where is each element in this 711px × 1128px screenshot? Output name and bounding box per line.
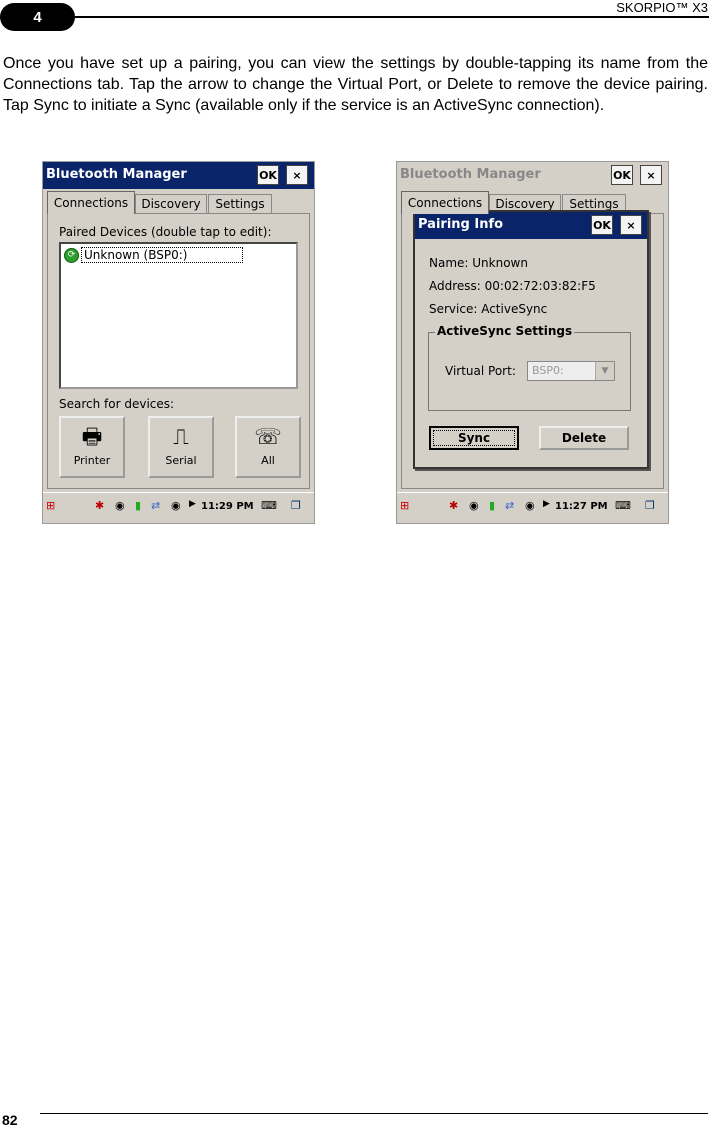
windows-icon[interactable]: ❐ [291, 499, 301, 512]
search-devices-label: Search for devices: [59, 397, 175, 411]
start-menu-icon[interactable]: ⊞ [46, 499, 55, 512]
windows-icon[interactable]: ❐ [645, 499, 655, 512]
dialog-title: Pairing Info [418, 217, 504, 232]
dialog-close-button[interactable]: × [620, 215, 642, 235]
network-icon[interactable]: ⇄ [505, 499, 514, 512]
device-name: Name: Unknown [429, 256, 528, 270]
arrow-right-icon[interactable]: ▶ [189, 499, 196, 509]
tab-settings[interactable]: Settings [208, 194, 272, 213]
dialog-title-bar: Pairing Info OK × [415, 212, 647, 239]
device-service: Service: ActiveSync [429, 302, 548, 316]
tab-connections[interactable]: Connections [401, 191, 489, 214]
paired-devices-list[interactable]: ⟳ Unknown (BSP0:) [59, 242, 298, 389]
all-label: All [261, 454, 275, 467]
device-address: Address: 00:02:72:03:82:F5 [429, 279, 596, 293]
pairing-info-dialog: Pairing Info OK × Name: Unknown Address:… [413, 210, 649, 469]
chapter-badge: 4 [0, 3, 75, 31]
paired-device-name: Unknown (BSP0:) [81, 247, 244, 263]
tab-connections[interactable]: Connections [47, 191, 135, 214]
arrow-right-icon[interactable]: ▶ [543, 499, 550, 509]
all-search-button[interactable]: ☏ All [235, 416, 301, 478]
delete-button[interactable]: Delete [539, 426, 629, 450]
virtual-port-label: Virtual Port: [445, 364, 516, 378]
connectivity-icon[interactable]: ◉ [115, 499, 125, 512]
keyboard-icon[interactable]: ⌨ [615, 499, 631, 512]
network-icon[interactable]: ⇄ [151, 499, 160, 512]
activesync-icon: ⟳ [64, 247, 79, 263]
battery-icon[interactable]: ▮ [135, 499, 141, 512]
printer-search-button[interactable]: 🖶 Printer [59, 416, 125, 478]
sync-status-icon[interactable]: ◉ [171, 499, 181, 512]
window-title: Bluetooth Manager [46, 167, 187, 182]
dialog-ok-button[interactable]: OK [591, 215, 613, 235]
serial-search-button[interactable]: ⎍ Serial [148, 416, 214, 478]
close-button[interactable]: × [640, 165, 662, 185]
page-number: 82 [2, 1112, 18, 1128]
chevron-down-icon[interactable]: ▼ [595, 362, 614, 380]
printer-label: Printer [73, 454, 111, 467]
taskbar: ⊞ ✱ ◉ ▮ ⇄ ◉ ▶ 11:27 PM ⌨ ❐ [397, 492, 668, 523]
footer-rule [40, 1113, 708, 1114]
taskbar: ⊞ ✱ ◉ ▮ ⇄ ◉ ▶ 11:29 PM ⌨ ❐ [43, 492, 314, 523]
ok-button[interactable]: OK [257, 165, 279, 185]
close-button[interactable]: × [286, 165, 308, 185]
title-bar: Bluetooth Manager OK × [43, 162, 314, 189]
body-paragraph: Once you have set up a pairing, you can … [3, 55, 708, 114]
printer-icon: 🖶 [81, 425, 103, 450]
activesync-settings-group: ActiveSync Settings Virtual Port: BSP0: … [428, 324, 631, 411]
virtual-port-select[interactable]: BSP0: ▼ [527, 361, 615, 381]
bluetooth-icon[interactable]: ✱ [95, 499, 104, 512]
group-title: ActiveSync Settings [435, 324, 575, 338]
serial-icon: ⎍ [173, 425, 189, 450]
title-bar-inactive: Bluetooth Manager OK × [397, 162, 668, 189]
ok-button[interactable]: OK [611, 165, 633, 185]
tab-discovery[interactable]: Discovery [135, 194, 207, 213]
list-item[interactable]: ⟳ Unknown (BSP0:) [64, 247, 244, 263]
document-title: SKORPIO™ X3 [616, 0, 708, 15]
battery-icon[interactable]: ▮ [489, 499, 495, 512]
screenshot-connections-tab: Bluetooth Manager OK × Connections Disco… [42, 161, 315, 524]
sync-button[interactable]: Sync [429, 426, 519, 450]
header-rule [52, 16, 709, 18]
sync-status-icon[interactable]: ◉ [525, 499, 535, 512]
window-title: Bluetooth Manager [400, 167, 541, 182]
bluetooth-icon[interactable]: ✱ [449, 499, 458, 512]
screenshot-pairing-info: Bluetooth Manager OK × Connections Disco… [396, 161, 669, 524]
keyboard-icon[interactable]: ⌨ [261, 499, 277, 512]
clock[interactable]: 11:29 PM [201, 501, 254, 512]
start-menu-icon[interactable]: ⊞ [400, 499, 409, 512]
headset-phone-icon: ☏ [254, 425, 282, 450]
connections-panel: Paired Devices (double tap to edit): ⟳ U… [47, 213, 310, 489]
virtual-port-value: BSP0: [532, 364, 564, 377]
serial-label: Serial [165, 454, 197, 467]
clock[interactable]: 11:27 PM [555, 501, 608, 512]
paired-devices-label: Paired Devices (double tap to edit): [59, 225, 272, 239]
connectivity-icon[interactable]: ◉ [469, 499, 479, 512]
